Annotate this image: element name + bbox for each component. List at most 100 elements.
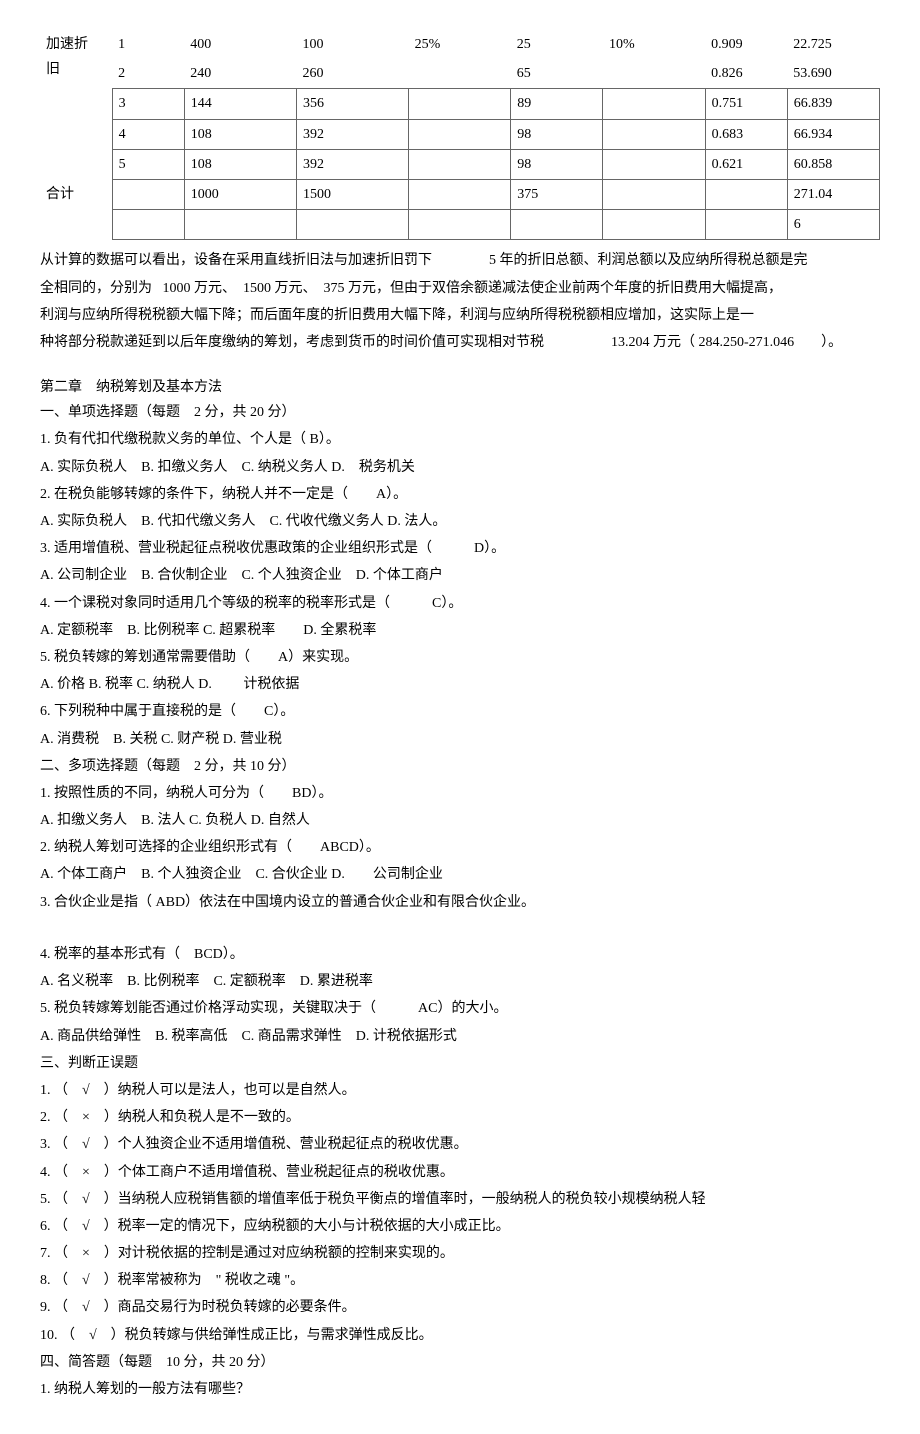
cell: 0.751 — [705, 89, 787, 119]
cell: 271.04 — [787, 179, 879, 209]
multi-q4: 4. 税率的基本形式有（ BCD）。 — [40, 942, 880, 967]
question-4-options: A. 定额税率 B. 比例税率 C. 超累税率 D. 全累税率 — [40, 618, 880, 643]
cell — [603, 59, 705, 89]
cell: 25% — [409, 30, 511, 59]
question-3-options: A. 公司制企业 B. 合伙制企业 C. 个人独资企业 D. 个体工商户 — [40, 563, 880, 588]
cell: 108 — [184, 119, 296, 149]
method-label-1: 加速折 — [46, 32, 106, 57]
section-header: 三、判断正误题 — [40, 1051, 880, 1076]
cell: 1 — [112, 30, 184, 59]
question-6: 6. 下列税种中属于直接税的是（ C）。 — [40, 699, 880, 724]
cell: 5 — [112, 149, 184, 179]
question-2: 2. 在税负能够转嫁的条件下，纳税人并不一定是（ A）。 — [40, 482, 880, 507]
multi-q2: 2. 纳税人筹划可选择的企业组织形式有（ ABCD）。 — [40, 835, 880, 860]
cell: 392 — [296, 149, 408, 179]
cell: 356 — [296, 89, 408, 119]
multi-q3: 3. 合伙企业是指（ ABD）依法在中国境内设立的普通合伙企业和有限合伙企业。 — [40, 890, 880, 915]
text: 1000 万元、 — [163, 281, 237, 296]
section-header: 四、简答题（每题 10 分，共 20 分） — [40, 1350, 880, 1375]
cell: 0.683 — [705, 119, 787, 149]
analysis-paragraph: 种将部分税款递延到以后年度缴纳的筹划，考虑到货币的时间价值可实现相对节税 13.… — [40, 330, 880, 355]
cell — [705, 179, 787, 209]
text: 13.204 万元（ 284.250-271.046 — [611, 335, 794, 350]
tf-q7: 7. （ × ）对计税依据的控制是通过对应纳税额的控制来实现的。 — [40, 1241, 880, 1266]
multi-q2-options: A. 个体工商户 B. 个人独资企业 C. 合伙企业 D. 公司制企业 — [40, 862, 880, 887]
cell: 4 — [112, 119, 184, 149]
cell: 3 — [112, 89, 184, 119]
cell: 22.725 — [787, 30, 879, 59]
cell: 10% — [603, 30, 705, 59]
question-6-options: A. 消费税 B. 关税 C. 财产税 D. 营业税 — [40, 727, 880, 752]
cell: 6 — [787, 210, 879, 240]
cell — [112, 179, 184, 209]
cell: 65 — [511, 59, 603, 89]
text: 5 年的折旧总额、利润总额以及应纳所得税总额是完 — [489, 253, 808, 268]
cell: 53.690 — [787, 59, 879, 89]
cell: 144 — [184, 89, 296, 119]
question-5: 5. 税负转嫁的筹划通常需要借助（ A）来实现。 — [40, 645, 880, 670]
section-header: 二、多项选择题（每题 2 分，共 10 分） — [40, 754, 880, 779]
text: 1500 万元、 — [243, 281, 317, 296]
table-row: 3 144 356 89 0.751 66.839 — [40, 89, 880, 119]
cell: 89 — [511, 89, 603, 119]
cell — [409, 59, 511, 89]
short-q1: 1. 纳税人筹划的一般方法有哪些？ — [40, 1377, 880, 1402]
tf-q5: 5. （ √ ）当纳税人应税销售额的增值率低于税负平衡点的增值率时，一般纳税人的… — [40, 1187, 880, 1212]
cell: 66.934 — [787, 119, 879, 149]
analysis-paragraph: 利润与应纳所得税税额大幅下降；而后面年度的折旧费用大幅下降，利润与应纳所得税税额… — [40, 303, 880, 328]
text: ）。 — [821, 335, 842, 350]
tf-q10: 10. （ √ ）税负转嫁与供给弹性成正比，与需求弹性成反比。 — [40, 1323, 880, 1348]
question-1: 1. 负有代扣代缴税款义务的单位、个人是（ B）。 — [40, 427, 880, 452]
table-row-total: 合计 1000 1500 375 271.04 — [40, 179, 880, 209]
multi-q1: 1. 按照性质的不同，纳税人可分为（ BD）。 — [40, 781, 880, 806]
multi-q4-options: A. 名义税率 B. 比例税率 C. 定额税率 D. 累进税率 — [40, 969, 880, 994]
tf-q9: 9. （ √ ）商品交易行为时税负转嫁的必要条件。 — [40, 1295, 880, 1320]
total-label: 合计 — [40, 179, 112, 209]
tf-q4: 4. （ × ）个体工商户不适用增值税、营业税起征点的税收优惠。 — [40, 1160, 880, 1185]
text: 375 万元，但由于双倍余额递减法使企业前两个年度的折旧费用大幅提高， — [324, 281, 783, 296]
table-row-tail: 6 — [40, 210, 880, 240]
question-3: 3. 适用增值税、营业税起征点税收优惠政策的企业组织形式是（ D）。 — [40, 536, 880, 561]
multi-q5-options: A. 商品供给弹性 B. 税率高低 C. 商品需求弹性 D. 计税依据形式 — [40, 1024, 880, 1049]
cell: 400 — [184, 30, 296, 59]
question-2-options: A. 实际负税人 B. 代扣代缴义务人 C. 代收代缴义务人 D. 法人。 — [40, 509, 880, 534]
question-1-options: A. 实际负税人 B. 扣缴义务人 C. 纳税义务人 D. 税务机关 — [40, 455, 880, 480]
cell: 0.621 — [705, 149, 787, 179]
multi-q5: 5. 税负转嫁筹划能否通过价格浮动实现，关键取决于（ AC）的大小。 — [40, 996, 880, 1021]
chapter-title: 第二章 纳税筹划及基本方法 — [40, 375, 880, 400]
table-row: 4 108 392 98 0.683 66.934 — [40, 119, 880, 149]
cell: 375 — [511, 179, 603, 209]
cell: 98 — [511, 119, 603, 149]
tf-q6: 6. （ √ ）税率一定的情况下，应纳税额的大小与计税依据的大小成正比。 — [40, 1214, 880, 1239]
cell — [603, 89, 705, 119]
cell: 0.826 — [705, 59, 787, 89]
cell — [409, 119, 511, 149]
cell: 25 — [511, 30, 603, 59]
depreciation-table: 加速折 旧 1 400 100 25% 25 10% 0.909 22.725 … — [40, 30, 880, 240]
multi-q1-options: A. 扣缴义务人 B. 法人 C. 负税人 D. 自然人 — [40, 808, 880, 833]
cell — [603, 119, 705, 149]
cell: 100 — [296, 30, 408, 59]
tf-q1: 1. （ √ ）纳税人可以是法人，也可以是自然人。 — [40, 1078, 880, 1103]
cell: 98 — [511, 149, 603, 179]
cell — [603, 179, 705, 209]
cell — [409, 179, 511, 209]
cell — [409, 149, 511, 179]
section-header: 一、单项选择题（每题 2 分，共 20 分） — [40, 400, 880, 425]
cell: 108 — [184, 149, 296, 179]
question-5-options: A. 价格 B. 税率 C. 纳税人 D. 计税依据 — [40, 672, 880, 697]
table-row: 5 108 392 98 0.621 60.858 — [40, 149, 880, 179]
cell: 1000 — [184, 179, 296, 209]
tf-q3: 3. （ √ ）个人独资企业不适用增值税、营业税起征点的税收优惠。 — [40, 1132, 880, 1157]
cell — [409, 89, 511, 119]
method-label-2: 旧 — [46, 57, 106, 82]
tf-q8: 8. （ √ ）税率常被称为 " 税收之魂 "。 — [40, 1268, 880, 1293]
cell: 66.839 — [787, 89, 879, 119]
cell: 0.909 — [705, 30, 787, 59]
cell — [603, 149, 705, 179]
text: 从计算的数据可以看出，设备在采用直线折旧法与加速折旧罚下 — [40, 253, 432, 268]
cell: 1500 — [296, 179, 408, 209]
cell: 260 — [296, 59, 408, 89]
cell: 392 — [296, 119, 408, 149]
cell: 240 — [184, 59, 296, 89]
